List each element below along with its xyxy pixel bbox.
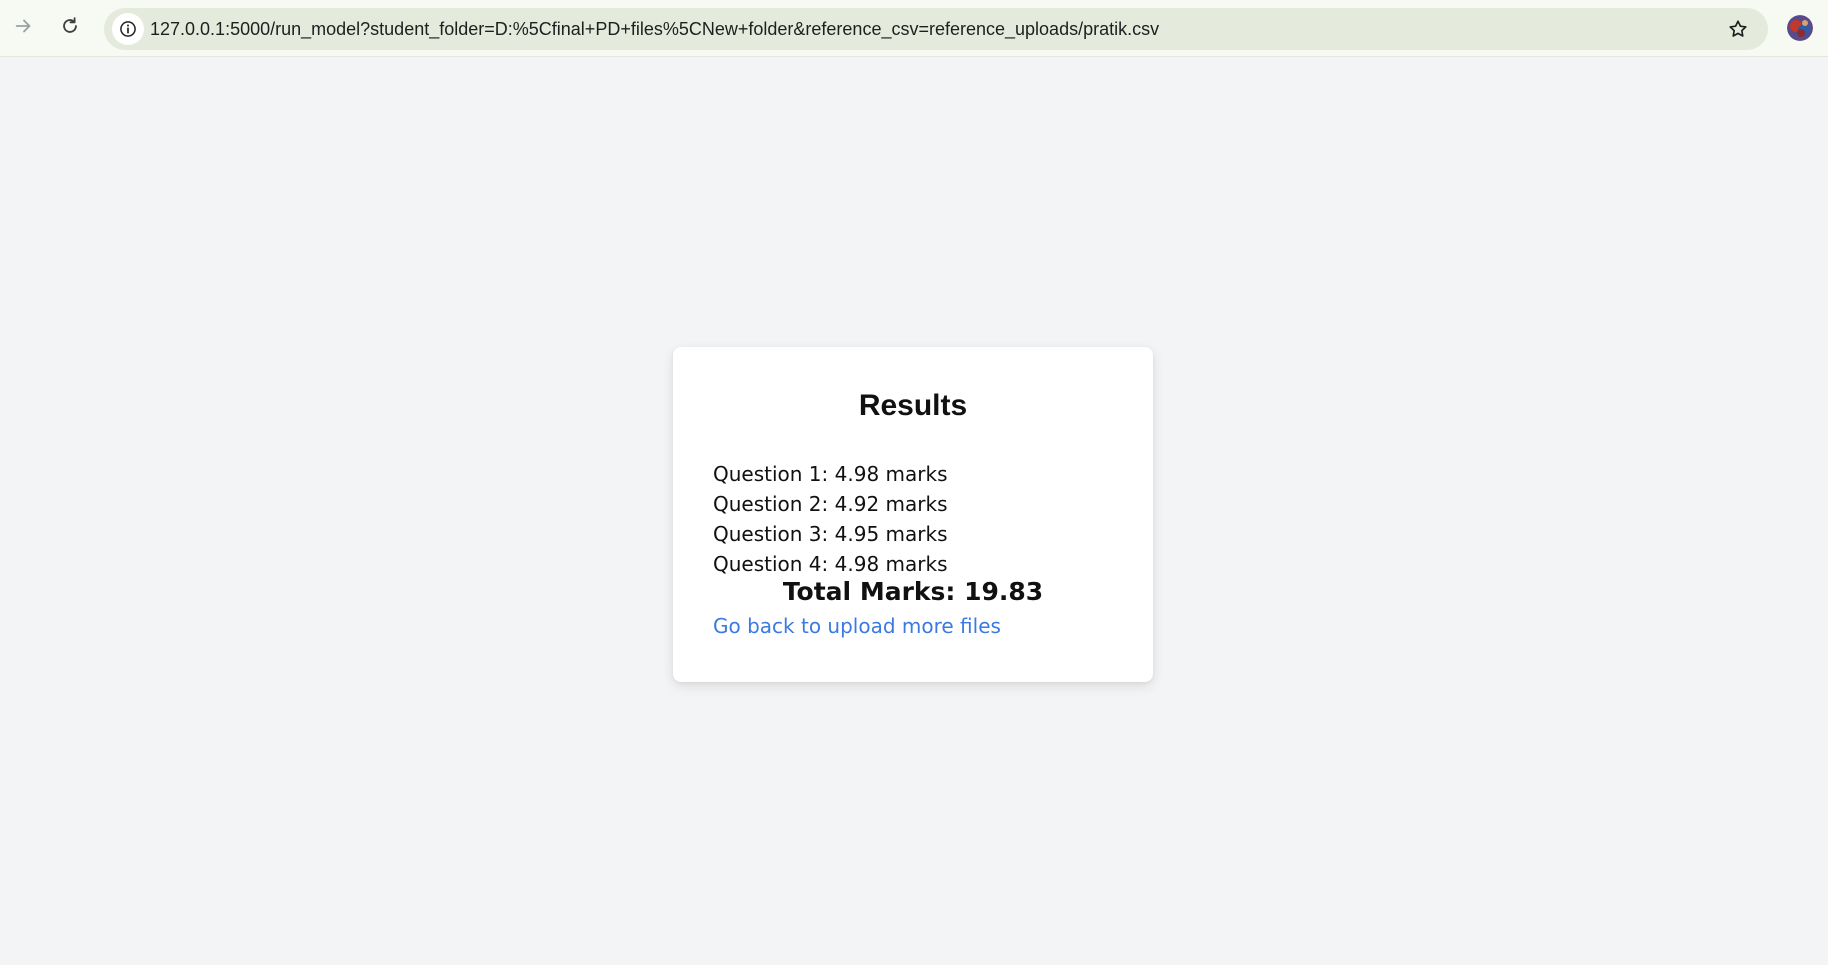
question-result-1: Question 1: 4.98 marks xyxy=(713,462,948,486)
address-bar[interactable]: 127.0.0.1:5000/run_model?student_folder=… xyxy=(104,8,1768,50)
info-icon xyxy=(120,21,136,37)
question-list: Question 1: 4.98 marks Question 2: 4.92 … xyxy=(713,459,947,579)
avatar[interactable] xyxy=(1787,15,1813,41)
back-to-upload-link[interactable]: Go back to upload more files xyxy=(713,614,1001,638)
results-card: Results Question 1: 4.98 marks Question … xyxy=(673,347,1153,682)
profile-picture xyxy=(1787,15,1813,41)
reload-button[interactable] xyxy=(52,8,88,44)
forward-button[interactable] xyxy=(6,8,42,44)
bookmark-button[interactable] xyxy=(1722,13,1754,45)
star-icon xyxy=(1729,20,1747,37)
page-title: Results xyxy=(858,389,968,422)
question-result-3: Question 3: 4.95 marks xyxy=(713,522,948,546)
total-marks: Total Marks: 19.83 xyxy=(782,577,1044,606)
browser-toolbar: 127.0.0.1:5000/run_model?student_folder=… xyxy=(0,0,1828,57)
question-result-4: Question 4: 4.98 marks xyxy=(713,552,948,576)
url-text[interactable]: 127.0.0.1:5000/run_model?student_folder=… xyxy=(150,8,1159,50)
reload-icon xyxy=(63,17,77,33)
question-result-2: Question 2: 4.92 marks xyxy=(713,492,948,516)
site-info-button[interactable] xyxy=(112,13,144,45)
arrow-right-icon xyxy=(15,19,31,33)
